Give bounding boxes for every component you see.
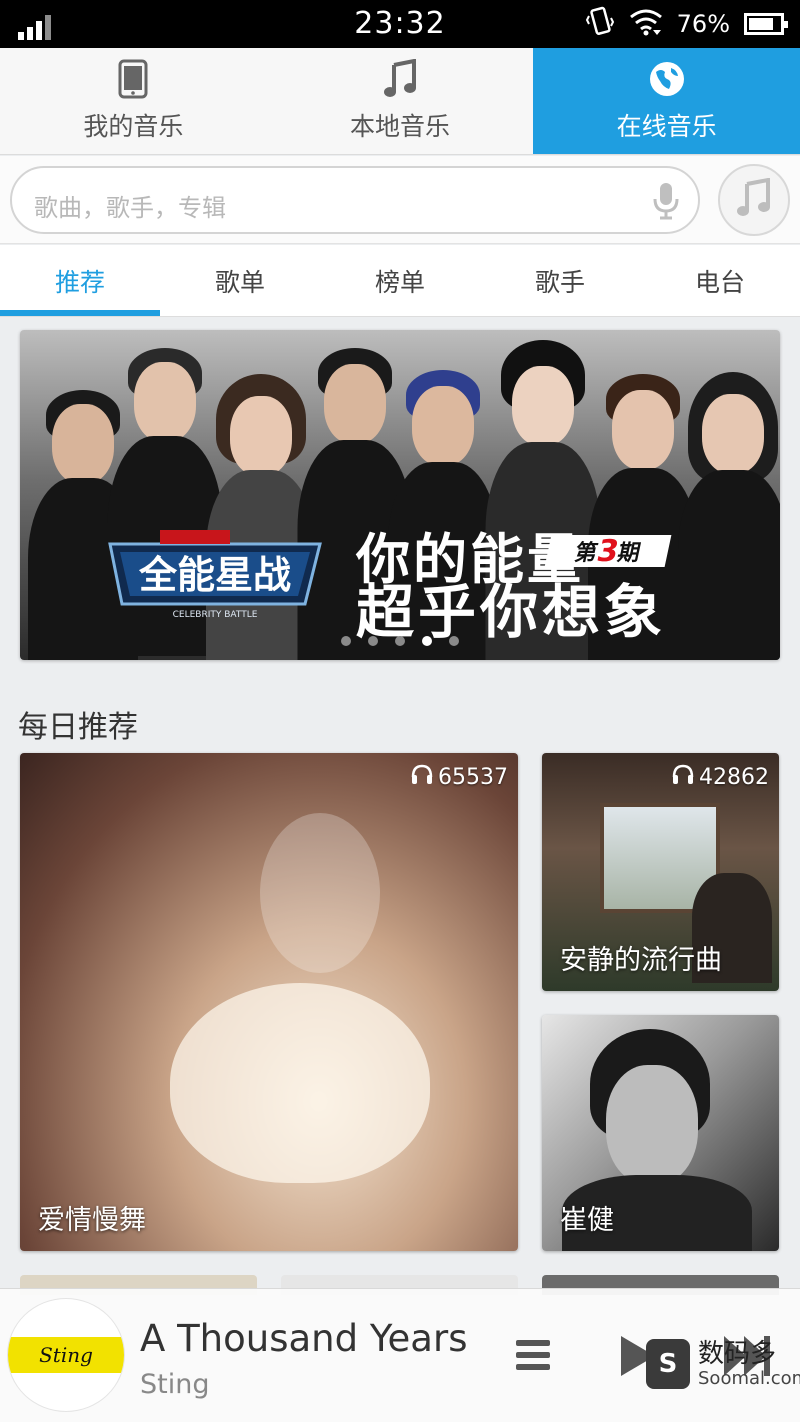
artist-name: 崔健 <box>560 1205 614 1236</box>
song-recognition-button[interactable] <box>718 164 790 236</box>
issue-badge: 第3期 <box>544 534 672 569</box>
playlist-icon[interactable] <box>514 1337 552 1377</box>
search-row: 歌曲，歌手，专辑 <box>0 156 800 244</box>
tab-label: 我的音乐 <box>83 112 184 141</box>
tab-label: 本地音乐 <box>350 112 451 141</box>
show-logo-subtext: CELEBRITY BATTLE <box>173 610 258 620</box>
watermark: S 数码多 Soomal.com <box>646 1339 800 1389</box>
watermark-cn: 数码多 <box>698 1338 777 1369</box>
app-root: 23:32 76% 我的音乐 本地音乐 在线音乐 歌曲，歌手，专辑 推荐 歌单 … <box>0 0 800 1422</box>
show-logo: 全能星战 CELEBRITY BATTLE <box>108 530 322 620</box>
artist-name: Sting <box>140 1369 210 1400</box>
banner-pagination <box>0 636 800 646</box>
page-dot[interactable] <box>368 636 378 646</box>
playlist-card[interactable]: 65537 爱情慢舞 <box>20 753 518 1251</box>
microphone-icon[interactable] <box>652 181 680 225</box>
status-bar: 23:32 76% <box>0 0 800 48</box>
page-dot[interactable] <box>449 636 459 646</box>
tab-radio[interactable]: 电台 <box>640 245 800 316</box>
tab-my-music[interactable]: 我的音乐 <box>0 48 267 154</box>
listen-count: 42862 <box>671 763 769 791</box>
mini-player[interactable]: Sting A Thousand Years Sting S 数码多 Sooma… <box>0 1288 800 1422</box>
playlist-title: 爱情慢舞 <box>38 1205 146 1236</box>
top-tab-bar: 我的音乐 本地音乐 在线音乐 <box>0 48 800 155</box>
tab-artists[interactable]: 歌手 <box>480 245 640 316</box>
tab-playlists[interactable]: 歌单 <box>160 245 320 316</box>
section-title: 每日推荐 <box>18 710 138 745</box>
listen-count: 65537 <box>410 763 508 791</box>
show-logo-text: 全能星战 <box>138 553 291 597</box>
music-note-icon <box>382 59 418 99</box>
album-cover[interactable]: Sting <box>8 1299 124 1411</box>
category-tab-bar: 推荐 歌单 榜单 歌手 电台 <box>0 245 800 317</box>
watermark-en: Soomal.com <box>698 1367 800 1389</box>
search-placeholder: 歌曲，歌手，专辑 <box>34 194 226 222</box>
search-input[interactable]: 歌曲，歌手，专辑 <box>10 166 700 234</box>
page-dot[interactable] <box>395 636 405 646</box>
album-cover-text: Sting <box>39 1343 93 1367</box>
battery-percent: 76% <box>676 10 730 38</box>
tab-local-music[interactable]: 本地音乐 <box>267 48 534 154</box>
page-dot[interactable] <box>341 636 351 646</box>
artist-card[interactable]: 崔健 <box>542 1015 779 1251</box>
tab-charts[interactable]: 榜单 <box>320 245 480 316</box>
battery-icon <box>744 13 788 35</box>
wifi-icon <box>629 8 663 40</box>
headphones-icon <box>671 763 695 791</box>
headphones-icon <box>410 763 434 791</box>
tab-recommend[interactable]: 推荐 <box>0 245 160 316</box>
banner-person <box>678 360 780 660</box>
music-note-icon <box>735 177 773 222</box>
playlist-title: 安静的流行曲 <box>560 945 722 976</box>
tab-online-music[interactable]: 在线音乐 <box>533 48 800 154</box>
soomal-logo-icon: S <box>646 1339 690 1389</box>
song-title: A Thousand Years <box>140 1317 468 1360</box>
vibrate-icon <box>585 6 615 42</box>
tab-label: 在线音乐 <box>616 112 717 141</box>
playlist-card[interactable]: 42862 安静的流行曲 <box>542 753 779 991</box>
globe-icon <box>647 59 687 99</box>
phone-icon <box>118 59 148 99</box>
page-dot-active[interactable] <box>422 636 432 646</box>
